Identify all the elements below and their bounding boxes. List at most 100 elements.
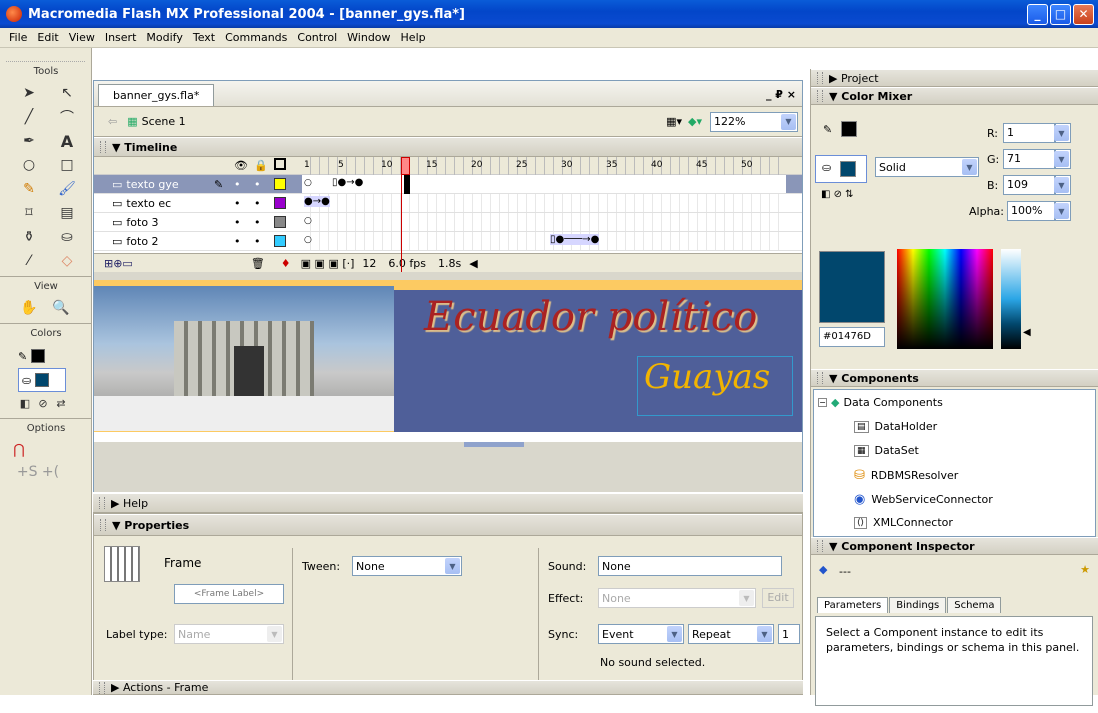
effect-select[interactable]: None ▼ [598, 588, 756, 608]
fill-type-select[interactable]: Solid ▼ [875, 157, 979, 177]
list-item[interactable]: ▤ DataHolder [854, 420, 937, 433]
edit-button[interactable]: Edit [762, 588, 794, 608]
actions-panel-header[interactable]: ▶ Actions - Frame [93, 680, 803, 695]
lasso-tool-icon[interactable]: ⌒ [56, 106, 78, 128]
mixer-stroke-swatch[interactable] [841, 121, 857, 137]
color-spectrum[interactable] [897, 249, 993, 349]
help-star-icon[interactable]: ★ [1080, 563, 1090, 576]
black-white-icon[interactable]: ◧ [18, 396, 32, 410]
text-tool-icon[interactable]: A [56, 130, 78, 152]
swap-colors-icon[interactable]: ⇄ [54, 396, 68, 410]
close-button[interactable]: ✕ [1073, 3, 1094, 25]
layer-color[interactable] [274, 216, 286, 228]
menu-control[interactable]: Control [292, 31, 342, 44]
alpha-input[interactable]: 100% [1007, 201, 1055, 221]
components-header[interactable]: ▼ Components [811, 369, 1098, 387]
layer-color[interactable] [274, 235, 286, 247]
tab-parameters[interactable]: Parameters [817, 597, 889, 613]
maximize-button[interactable]: □ [1050, 3, 1071, 25]
snap-magnet-icon[interactable]: ⋂ [8, 439, 30, 461]
layer-name[interactable]: foto 3 [126, 216, 158, 229]
pencil-tool-icon[interactable]: ✎ [18, 178, 40, 200]
tween-select[interactable]: None ▼ [352, 556, 462, 576]
pen-tool-icon[interactable]: ✒ [18, 130, 40, 152]
fill-transform-tool-icon[interactable]: ▤ [56, 202, 78, 224]
eraser-tool-icon[interactable]: ◇ [56, 250, 78, 272]
green-input[interactable]: 71 [1003, 149, 1055, 169]
rectangle-tool-icon[interactable]: □ [56, 154, 78, 176]
zoom-select[interactable]: 122% ▼ [710, 111, 798, 132]
fill-color-control[interactable]: ⛀ [18, 368, 66, 392]
list-item[interactable]: ▦ DataSet [854, 444, 919, 457]
mixer-swap-icons[interactable]: ◧ ⊘ ⇅ [821, 189, 854, 200]
brightness-slider[interactable] [1001, 249, 1021, 349]
scroll-left-icon[interactable]: ◀ [469, 257, 477, 270]
menu-help[interactable]: Help [396, 31, 431, 44]
oval-tool-icon[interactable]: ○ [18, 154, 40, 176]
help-panel-header[interactable]: ▶ Help [93, 493, 803, 513]
center-frame-icon[interactable]: ♦ [281, 257, 291, 270]
stroke-swatch[interactable] [31, 349, 46, 363]
edit-symbols-icon[interactable]: ▦▾ [666, 115, 682, 128]
color-mixer-header[interactable]: ▼ Color Mixer [811, 87, 1098, 105]
ink-bottle-tool-icon[interactable]: ⚱ [18, 226, 40, 248]
playhead[interactable] [401, 157, 410, 175]
fill-swatch[interactable] [35, 373, 50, 387]
menu-insert[interactable]: Insert [100, 31, 142, 44]
layer-name[interactable]: texto gye [126, 178, 178, 191]
alpha-slider-button[interactable]: ▼ [1054, 201, 1071, 221]
smooth-straighten-icon[interactable]: +S +( [8, 461, 68, 483]
component-group[interactable]: Data Components [843, 396, 942, 409]
subselect-tool-icon[interactable]: ↖ [56, 82, 78, 104]
sync-select[interactable]: Event ▼ [598, 624, 684, 644]
eye-icon[interactable]: 👁 [234, 159, 248, 172]
no-color-icon[interactable]: ⊘ [36, 396, 50, 410]
mixer-fill-control[interactable]: ⛀ [815, 155, 867, 183]
blue-input[interactable]: 109 [1003, 175, 1055, 195]
back-arrow-icon[interactable]: ⇦ [108, 115, 117, 128]
menu-edit[interactable]: Edit [32, 31, 63, 44]
sound-select[interactable]: None [598, 556, 782, 576]
repeat-select[interactable]: Repeat ▼ [688, 624, 774, 644]
delete-layer-icon[interactable]: 🗑 [251, 257, 265, 270]
layer-name[interactable]: foto 2 [126, 235, 158, 248]
tab-schema[interactable]: Schema [947, 597, 1002, 613]
scene-label[interactable]: Scene 1 [142, 115, 186, 128]
properties-header[interactable]: ▼ Properties [94, 514, 802, 536]
frame-ruler[interactable]: 1 5 10 15 20 25 30 35 40 45 50 [302, 157, 786, 175]
layer-color[interactable] [274, 197, 286, 209]
menu-view[interactable]: View [64, 31, 100, 44]
list-item[interactable]: ⛁ RDBMSResolver [854, 468, 958, 483]
eyedropper-tool-icon[interactable]: ⁄ [18, 250, 40, 272]
arrow-tool-icon[interactable]: ➤ [18, 82, 40, 104]
layer-row[interactable]: ▭ foto 2 • • ○ ▯●───→● [94, 232, 802, 251]
selected-instance[interactable]: Guayas [637, 356, 793, 416]
menu-modify[interactable]: Modify [141, 31, 187, 44]
repeat-count-input[interactable]: 1 [778, 624, 800, 644]
menu-file[interactable]: File [4, 31, 32, 44]
hand-tool-icon[interactable]: ✋ [18, 297, 40, 319]
document-tab[interactable]: banner_gys.fla* [98, 84, 215, 106]
insert-layer-icon[interactable]: ⊞⊕▭ [104, 257, 133, 270]
lock-icon[interactable]: 🔒 [254, 159, 268, 172]
brush-tool-icon[interactable]: 🖌 [56, 178, 78, 200]
project-header[interactable]: ▶ Project [811, 69, 1098, 87]
hex-input[interactable]: #01476D [819, 327, 885, 347]
stage-scrollbar[interactable] [464, 442, 524, 447]
list-item[interactable]: ◉ WebServiceConnector [854, 492, 993, 507]
line-tool-icon[interactable]: ╱ [18, 106, 40, 128]
tab-bindings[interactable]: Bindings [889, 597, 947, 613]
label-type-select[interactable]: Name ▼ [174, 624, 284, 644]
inspector-header[interactable]: ▼ Component Inspector [811, 537, 1098, 555]
layer-row[interactable]: ▭ texto gye ✎ • • ○ ▯●→● [94, 175, 802, 194]
list-item[interactable]: ⟨⟩ XMLConnector [854, 516, 953, 529]
blue-slider-button[interactable]: ▼ [1054, 175, 1071, 195]
edit-scene-icon[interactable]: ◆▾ [688, 115, 702, 128]
menu-window[interactable]: Window [342, 31, 395, 44]
red-input[interactable]: 1 [1003, 123, 1055, 143]
menu-commands[interactable]: Commands [220, 31, 292, 44]
stroke-color-control[interactable]: ✎ [18, 344, 73, 368]
frame-label-input[interactable]: <Frame Label> [174, 584, 284, 604]
outline-icon[interactable] [274, 158, 286, 170]
paint-bucket-tool-icon[interactable]: ⛀ [56, 226, 78, 248]
